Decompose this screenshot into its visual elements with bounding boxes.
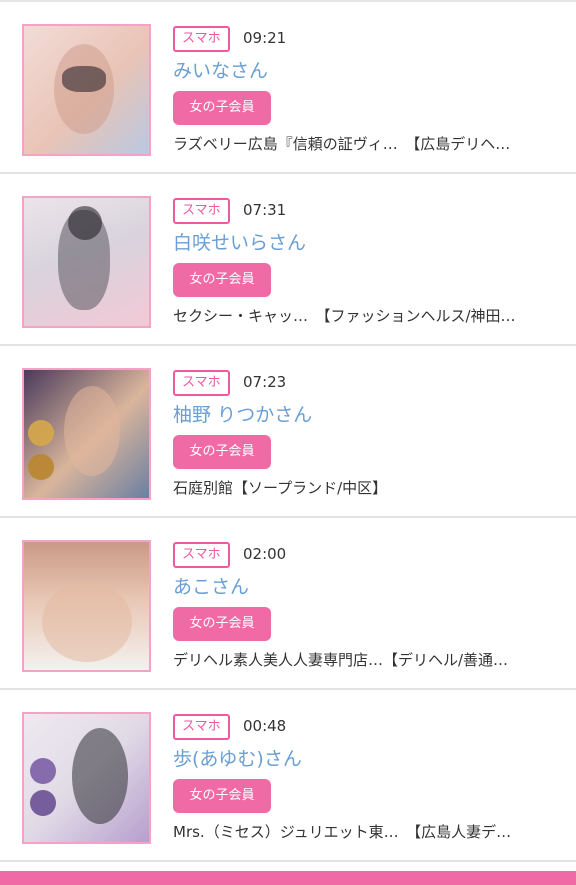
member-badge: 女の子会員 bbox=[173, 607, 271, 641]
post-time: 07:23 bbox=[243, 373, 287, 391]
shop-info[interactable]: Mrs.（ミセス）ジュリエット東… 【広島人妻デ… bbox=[173, 820, 563, 844]
post-time: 09:21 bbox=[243, 29, 287, 47]
shop-info[interactable]: ラズベリー広島『信頼の証ヴィ… 【広島デリヘ… bbox=[173, 132, 563, 156]
member-badge: 女の子会員 bbox=[173, 435, 271, 469]
profile-name-link[interactable]: 歩(あゆむ)さん bbox=[173, 745, 302, 773]
member-badge: 女の子会員 bbox=[173, 263, 271, 297]
list-item[interactable]: スマホ 07:31 白咲せいらさん 女の子会員 セクシー・キャッ… 【ファッショ… bbox=[0, 174, 576, 346]
device-badge: スマホ bbox=[173, 198, 230, 224]
list-item[interactable]: スマホ 02:00 あこさん 女の子会員 デリヘル素人美人人妻専門店…【デリヘル… bbox=[0, 518, 576, 690]
shop-info[interactable]: 石庭別館【ソープランド/中区】 bbox=[173, 476, 563, 500]
photo-medal bbox=[30, 758, 56, 784]
shop-info[interactable]: セクシー・キャッ… 【ファッションヘルス/神田… bbox=[173, 304, 563, 328]
list-item[interactable]: スマホ 00:48 歩(あゆむ)さん 女の子会員 Mrs.（ミセス）ジュリエット… bbox=[0, 690, 576, 862]
photo-figure bbox=[64, 386, 120, 476]
device-badge: スマホ bbox=[173, 370, 230, 396]
bottom-nav-bar[interactable] bbox=[0, 871, 576, 885]
profile-photo[interactable] bbox=[22, 712, 151, 844]
member-badge: 女の子会員 bbox=[173, 91, 271, 125]
device-badge: スマホ bbox=[173, 542, 230, 568]
profile-name-link[interactable]: みいなさん bbox=[173, 57, 268, 85]
profile-photo[interactable] bbox=[22, 196, 151, 328]
post-time: 00:48 bbox=[243, 717, 287, 735]
photo-garment bbox=[62, 66, 106, 92]
photo-medal bbox=[28, 420, 54, 446]
profile-name-link[interactable]: 柚野 りつかさん bbox=[173, 401, 312, 429]
profile-name-link[interactable]: 白咲せいらさん bbox=[173, 229, 306, 257]
post-time: 07:31 bbox=[243, 201, 287, 219]
post-list: スマホ 09:21 みいなさん 女の子会員 ラズベリー広島『信頼の証ヴィ… 【広… bbox=[0, 2, 576, 862]
profile-name-link[interactable]: あこさん bbox=[173, 573, 249, 601]
profile-photo[interactable] bbox=[22, 540, 151, 672]
device-badge: スマホ bbox=[173, 26, 230, 52]
device-badge: スマホ bbox=[173, 714, 230, 740]
list-item[interactable]: スマホ 07:23 柚野 りつかさん 女の子会員 石庭別館【ソープランド/中区】 bbox=[0, 346, 576, 518]
profile-photo[interactable] bbox=[22, 368, 151, 500]
member-badge: 女の子会員 bbox=[173, 779, 271, 813]
list-item[interactable]: スマホ 09:21 みいなさん 女の子会員 ラズベリー広島『信頼の証ヴィ… 【広… bbox=[0, 2, 576, 174]
photo-medal bbox=[28, 454, 54, 480]
photo-hair bbox=[68, 206, 102, 240]
photo-medal bbox=[30, 790, 56, 816]
photo-figure bbox=[42, 582, 132, 662]
shop-info[interactable]: デリヘル素人美人人妻専門店…【デリヘル/善通… bbox=[173, 648, 563, 672]
profile-photo[interactable] bbox=[22, 24, 151, 156]
photo-figure bbox=[72, 728, 128, 824]
post-time: 02:00 bbox=[243, 545, 287, 563]
